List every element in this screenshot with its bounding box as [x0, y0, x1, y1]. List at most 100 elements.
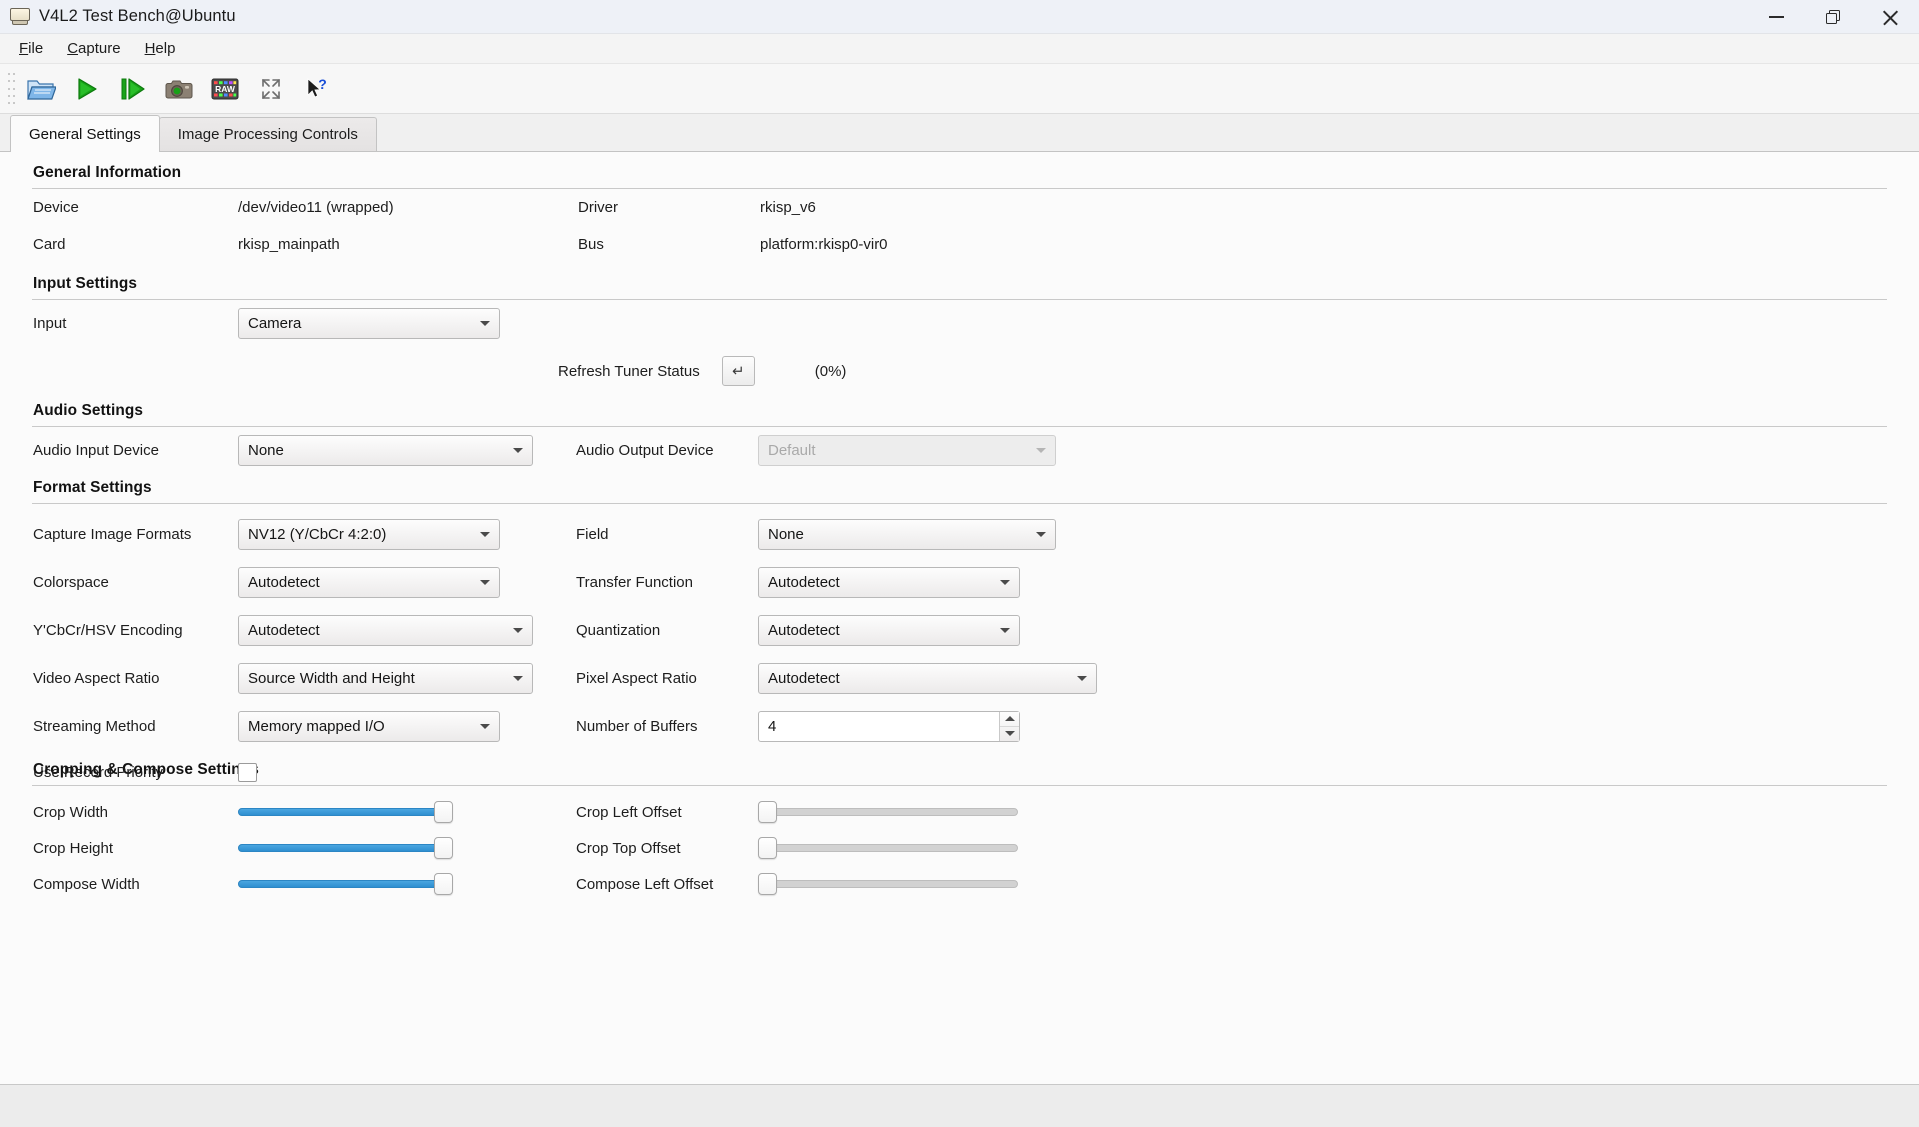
- ycbcr-hsv-encoding-select[interactable]: Autodetect: [238, 614, 533, 646]
- capture-image-formats-row: Capture Image Formats NV12 (Y/CbCr 4:2:0…: [33, 510, 533, 558]
- crop-width-slider[interactable]: [238, 799, 453, 825]
- spin-up-button[interactable]: [1000, 712, 1019, 727]
- tuner-percent-value: (0%): [814, 362, 847, 380]
- toolbar: RAW ?: [0, 64, 1919, 114]
- video-aspect-ratio-value: Source Width and Height: [248, 669, 415, 687]
- format-right-column: Field None Transfer Function Autodetect …: [576, 510, 1097, 750]
- pixel-aspect-ratio-row: Pixel Aspect Ratio Autodetect: [576, 654, 1097, 702]
- window-title: V4L2 Test Bench@Ubuntu: [39, 7, 236, 25]
- colorspace-select[interactable]: Autodetect: [238, 566, 500, 598]
- menu-capture[interactable]: Capture: [56, 36, 131, 61]
- tab-general-settings[interactable]: General Settings: [10, 115, 160, 152]
- chevron-down-icon: [480, 580, 490, 585]
- crop-left-offset-label: Crop Left Offset: [576, 803, 682, 821]
- format-left-column: Capture Image Formats NV12 (Y/CbCr 4:2:0…: [33, 510, 533, 794]
- format-settings-heading: Format Settings: [33, 479, 152, 496]
- crop-left-offset-slider[interactable]: [758, 799, 1018, 825]
- crop-width-label: Crop Width: [33, 803, 109, 821]
- fullscreen-icon: [262, 78, 280, 99]
- number-of-buffers-value: 4: [768, 717, 777, 735]
- title-bar-left: V4L2 Test Bench@Ubuntu: [0, 7, 236, 26]
- field-label: Field: [576, 525, 609, 543]
- general-information-heading: General Information: [33, 164, 182, 181]
- input-select-value: Camera: [248, 314, 302, 332]
- chevron-down-icon: [513, 676, 523, 681]
- device-value: /dev/video11 (wrapped): [238, 199, 394, 216]
- slider-fill: [238, 808, 446, 816]
- quantization-select[interactable]: Autodetect: [758, 614, 1020, 646]
- audio-settings-heading: Audio Settings: [33, 402, 143, 419]
- crop-left-column: Crop Width Crop Height Compose Width: [33, 794, 453, 902]
- snapshot-camera-icon: [165, 80, 193, 98]
- status-bar: [0, 1084, 1919, 1127]
- streaming-method-select[interactable]: Memory mapped I/O: [238, 710, 500, 742]
- capture-frame-button[interactable]: [112, 68, 154, 110]
- refresh-tuner-button[interactable]: ↵: [721, 356, 755, 386]
- input-label: Input: [33, 314, 67, 332]
- video-aspect-ratio-select[interactable]: Source Width and Height: [238, 662, 533, 694]
- chevron-down-icon: [1000, 628, 1010, 633]
- slider-handle[interactable]: [758, 873, 777, 895]
- toolbar-grip[interactable]: [6, 72, 16, 106]
- crop-right-column: Crop Left Offset Crop Top Offset Compose…: [576, 794, 1018, 902]
- audio-output-device-value: Default: [768, 441, 816, 459]
- play-icon: [78, 77, 97, 100]
- crop-height-slider[interactable]: [238, 835, 453, 861]
- triangle-up-icon: [1004, 716, 1015, 721]
- return-arrow-icon: ↵: [731, 363, 745, 380]
- menu-help[interactable]: Help: [134, 36, 187, 61]
- driver-value: rkisp_v6: [760, 199, 816, 216]
- whats-this-button[interactable]: ?: [296, 68, 338, 110]
- raw-capture-button[interactable]: RAW: [204, 68, 246, 110]
- audio-input-device-label: Audio Input Device: [33, 441, 159, 459]
- chevron-down-icon: [1036, 532, 1046, 537]
- field-select[interactable]: None: [758, 518, 1056, 550]
- slider-handle[interactable]: [434, 801, 453, 823]
- driver-label: Driver: [578, 199, 618, 216]
- capture-image-formats-select[interactable]: NV12 (Y/CbCr 4:2:0): [238, 518, 500, 550]
- close-icon: [1882, 9, 1899, 26]
- number-of-buffers-stepper[interactable]: 4: [758, 710, 1020, 742]
- crop-top-offset-slider[interactable]: [758, 835, 1018, 861]
- audio-input-device-select[interactable]: None: [238, 434, 533, 466]
- pixel-aspect-ratio-select[interactable]: Autodetect: [758, 662, 1097, 694]
- open-file-button[interactable]: [20, 68, 62, 110]
- compose-width-slider[interactable]: [238, 871, 453, 897]
- minimize-button[interactable]: [1748, 0, 1805, 34]
- chevron-down-icon: [480, 321, 490, 326]
- colorspace-label: Colorspace: [33, 573, 109, 591]
- slider-handle[interactable]: [434, 873, 453, 895]
- menu-file[interactable]: File: [8, 36, 54, 61]
- fullscreen-button[interactable]: [250, 68, 292, 110]
- audio-output-device-select: Default: [758, 434, 1056, 466]
- quantization-label: Quantization: [576, 621, 661, 639]
- spin-down-button[interactable]: [1000, 727, 1019, 741]
- chevron-down-icon: [1000, 580, 1010, 585]
- slider-groove: [758, 808, 1018, 816]
- transfer-function-value: Autodetect: [768, 573, 840, 591]
- svg-text:?: ?: [318, 76, 327, 92]
- maximize-icon: [1826, 9, 1841, 25]
- video-aspect-ratio-label: Video Aspect Ratio: [33, 669, 160, 687]
- slider-handle[interactable]: [434, 837, 453, 859]
- tab-bar: General Settings Image Processing Contro…: [0, 114, 1919, 152]
- input-select[interactable]: Camera: [238, 307, 500, 339]
- slider-handle[interactable]: [758, 801, 777, 823]
- snapshot-button[interactable]: [158, 68, 200, 110]
- transfer-function-select[interactable]: Autodetect: [758, 566, 1020, 598]
- crop-top-offset-label: Crop Top Offset: [576, 839, 681, 857]
- step-play-icon: [121, 77, 145, 100]
- audio-input-device-value: None: [248, 441, 284, 459]
- use-record-priority-checkbox[interactable]: [238, 762, 257, 782]
- streaming-method-label: Streaming Method: [33, 717, 156, 735]
- maximize-button[interactable]: [1805, 0, 1862, 34]
- start-capture-button[interactable]: [66, 68, 108, 110]
- tab-image-processing-controls[interactable]: Image Processing Controls: [158, 117, 377, 151]
- compose-left-offset-slider[interactable]: [758, 871, 1018, 897]
- chevron-down-icon: [480, 724, 490, 729]
- pixel-aspect-ratio-value: Autodetect: [768, 669, 840, 687]
- slider-handle[interactable]: [758, 837, 777, 859]
- crop-height-row: Crop Height: [33, 830, 453, 866]
- close-button[interactable]: [1862, 0, 1919, 34]
- slider-groove: [758, 844, 1018, 852]
